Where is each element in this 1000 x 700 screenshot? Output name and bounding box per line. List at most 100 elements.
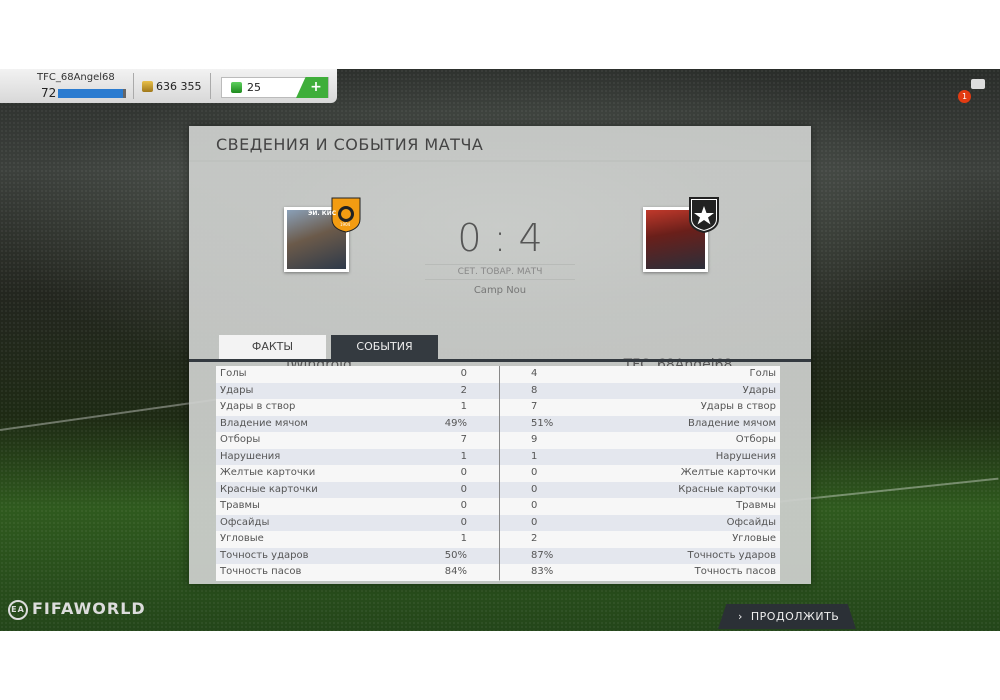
home-stat-cell: Отборы 7 bbox=[216, 432, 499, 449]
stat-label-home: Владение мячом bbox=[220, 417, 308, 429]
stat-row: Красные карточки 0 0 Красные карточки bbox=[216, 481, 780, 498]
stat-label-away: Травмы bbox=[736, 500, 776, 511]
continue-button[interactable]: › ПРОДОЛЖИТЬ bbox=[718, 604, 856, 629]
stat-value-home: 0 bbox=[460, 483, 467, 495]
stat-value-home: 50% bbox=[444, 549, 467, 561]
stat-label-home: Отборы bbox=[220, 434, 261, 445]
tab-facts[interactable]: ФАКТЫ bbox=[219, 335, 326, 359]
stat-label-away: Отборы bbox=[735, 434, 776, 445]
fifa-points-box: 25 + bbox=[221, 77, 329, 98]
stat-row: Нарушения 1 1 Нарушения bbox=[216, 448, 780, 465]
home-stat-cell: Красные карточки 0 bbox=[216, 481, 499, 498]
match-summary-panel: СВЕДЕНИЯ И СОБЫТИЯ МАТЧА ЭЙ. КИС 1904 iW… bbox=[189, 126, 811, 584]
stat-value-away: 0 bbox=[531, 483, 538, 495]
stat-row: Угловые 1 2 Угловые bbox=[216, 531, 780, 548]
stat-value-away: 2 bbox=[531, 533, 538, 544]
profile-bar: TFC_68Angel68 72 636 355 25 + bbox=[0, 69, 337, 103]
stat-row: Владение мячом 49% 51% Владение мячом bbox=[216, 415, 780, 432]
stat-value-home: 1 bbox=[460, 450, 467, 462]
stat-label-away: Офсайды bbox=[726, 516, 776, 528]
stat-row: Точность пасов 84% 83% Точность пасов bbox=[216, 564, 780, 581]
stat-label-home: Точность ударов bbox=[220, 549, 309, 561]
stat-label-away: Голы bbox=[749, 368, 776, 379]
coins-balance: 636 355 bbox=[156, 80, 202, 93]
separator bbox=[133, 73, 134, 99]
tab-events[interactable]: СОБЫТИЯ bbox=[331, 335, 438, 359]
stat-value-away: 0 bbox=[531, 500, 538, 511]
match-score: 0 : 4 bbox=[457, 216, 543, 260]
add-points-button[interactable]: + bbox=[296, 77, 328, 98]
stat-value-home: 0 bbox=[460, 368, 467, 379]
stat-value-home: 0 bbox=[460, 467, 467, 478]
stats-table: Голы 0 4 Голы Удары 2 8 Удары Удары в створ 1 7 Уда… bbox=[216, 366, 780, 581]
away-stat-cell: 7 Удары в створ bbox=[500, 399, 780, 416]
stat-label-home: Точность пасов bbox=[220, 566, 302, 577]
stat-label-away: Удары bbox=[742, 384, 776, 396]
coins-icon bbox=[142, 81, 153, 92]
logo-text: FIFAWORLD bbox=[32, 599, 146, 618]
stat-label-away: Желтые карточки bbox=[680, 467, 776, 478]
xp-bar-fill bbox=[58, 89, 123, 98]
away-stat-cell: 4 Голы bbox=[500, 366, 780, 383]
away-stat-cell: 2 Угловые bbox=[500, 531, 780, 548]
stat-label-away: Точность пасов bbox=[694, 566, 776, 577]
stat-label-home: Красные карточки bbox=[220, 483, 318, 495]
away-stat-cell: 51% Владение мячом bbox=[500, 415, 780, 432]
stat-value-home: 2 bbox=[460, 384, 467, 396]
stat-value-away: 0 bbox=[531, 516, 538, 528]
stat-label-away: Угловые bbox=[732, 533, 776, 544]
xp-bar bbox=[58, 89, 126, 98]
continue-label: ПРОДОЛЖИТЬ bbox=[750, 610, 840, 623]
home-stat-cell: Нарушения 1 bbox=[216, 448, 499, 465]
stat-row: Удары в створ 1 7 Удары в створ bbox=[216, 399, 780, 416]
stat-label-away: Удары в створ bbox=[700, 401, 776, 412]
home-badge-text: ЭЙ. КИС bbox=[308, 210, 337, 217]
home-stat-cell: Офсайды 0 bbox=[216, 514, 499, 531]
stat-value-away: 1 bbox=[531, 450, 538, 462]
match-type: СЕТ. ТОВАР. МАТЧ bbox=[425, 264, 575, 280]
away-stat-cell: 83% Точность пасов bbox=[500, 564, 780, 581]
stat-label-home: Удары в створ bbox=[220, 401, 296, 412]
away-stat-cell: 1 Нарушения bbox=[500, 448, 780, 465]
stat-label-away: Точность ударов bbox=[687, 549, 776, 561]
points-icon bbox=[231, 82, 242, 93]
stat-label-away: Нарушения bbox=[715, 450, 776, 462]
notification-badge[interactable]: 1 bbox=[958, 90, 971, 103]
stat-value-away: 83% bbox=[531, 566, 554, 577]
stat-row: Голы 0 4 Голы bbox=[216, 366, 780, 383]
stat-row: Точность ударов 50% 87% Точность ударов bbox=[216, 547, 780, 564]
stat-label-home: Желтые карточки bbox=[220, 467, 316, 478]
camera-icon[interactable] bbox=[971, 79, 985, 89]
home-stat-cell: Травмы 0 bbox=[216, 498, 499, 515]
stadium-background: TFC_68Angel68 72 636 355 25 + 1 СВЕДЕНИЯ… bbox=[0, 69, 1000, 631]
home-stat-cell: Удары в створ 1 bbox=[216, 399, 499, 416]
stat-value-away: 4 bbox=[531, 368, 538, 379]
stat-label-home: Травмы bbox=[220, 500, 260, 511]
divider bbox=[189, 160, 811, 162]
stat-value-away: 87% bbox=[531, 549, 554, 561]
away-stat-cell: 0 Красные карточки bbox=[500, 481, 780, 498]
stadium-name: Camp Nou bbox=[473, 285, 527, 296]
home-badge-year: 1904 bbox=[340, 222, 351, 227]
stat-label-home: Угловые bbox=[220, 533, 264, 544]
stat-value-away: 51% bbox=[531, 417, 554, 429]
away-stat-cell: 8 Удары bbox=[500, 382, 780, 399]
stat-value-away: 8 bbox=[531, 384, 538, 396]
stat-row: Желтые карточки 0 0 Желтые карточки bbox=[216, 465, 780, 482]
away-stat-cell: 0 Желтые карточки bbox=[500, 465, 780, 482]
stat-value-home: 0 bbox=[460, 516, 467, 528]
stat-value-away: 0 bbox=[531, 467, 538, 478]
home-stat-cell: Угловые 1 bbox=[216, 531, 499, 548]
stat-value-home: 84% bbox=[444, 566, 467, 577]
level: 72 bbox=[41, 86, 57, 100]
home-stat-cell: Желтые карточки 0 bbox=[216, 465, 499, 482]
home-stat-cell: Удары 2 bbox=[216, 382, 499, 399]
home-stat-cell: Голы 0 bbox=[216, 366, 499, 383]
stat-value-home: 1 bbox=[460, 401, 467, 412]
stat-value-home: 49% bbox=[444, 417, 467, 429]
stat-value-home: 1 bbox=[460, 533, 467, 544]
ea-logo-icon: EA bbox=[8, 599, 28, 620]
away-stat-cell: 0 Офсайды bbox=[500, 514, 780, 531]
panel-title: СВЕДЕНИЯ И СОБЫТИЯ МАТЧА bbox=[216, 135, 484, 154]
stat-label-away: Владение мячом bbox=[688, 417, 776, 429]
